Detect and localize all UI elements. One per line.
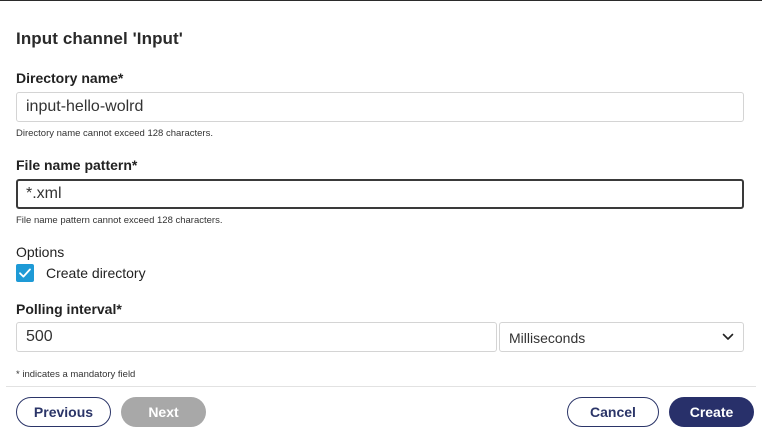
create-button[interactable]: Create: [669, 397, 754, 427]
top-border: [0, 0, 762, 1]
dialog-title: Input channel 'Input': [16, 29, 183, 48]
cancel-button[interactable]: Cancel: [567, 397, 659, 427]
directory-name-help: Directory name cannot exceed 128 charact…: [16, 128, 213, 139]
chevron-down-icon: [722, 333, 734, 340]
file-name-pattern-input[interactable]: [16, 179, 744, 209]
polling-unit-select[interactable]: Milliseconds: [499, 322, 744, 352]
polling-unit-value: Milliseconds: [509, 330, 586, 346]
checkmark-icon: [19, 268, 31, 278]
polling-interval-input[interactable]: [16, 322, 497, 352]
create-directory-checkbox[interactable]: [16, 264, 34, 282]
footer-divider: [6, 386, 756, 387]
previous-button[interactable]: Previous: [16, 397, 111, 427]
create-directory-label: Create directory: [46, 265, 146, 281]
file-name-pattern-help: File name pattern cannot exceed 128 char…: [16, 215, 223, 226]
polling-interval-label: Polling interval*: [16, 301, 122, 317]
options-label: Options: [16, 244, 65, 260]
next-button[interactable]: Next: [121, 397, 206, 427]
mandatory-field-note: * indicates a mandatory field: [16, 369, 136, 380]
directory-name-label: Directory name*: [16, 70, 124, 86]
directory-name-input[interactable]: [16, 92, 744, 122]
file-name-pattern-label: File name pattern*: [16, 157, 138, 173]
